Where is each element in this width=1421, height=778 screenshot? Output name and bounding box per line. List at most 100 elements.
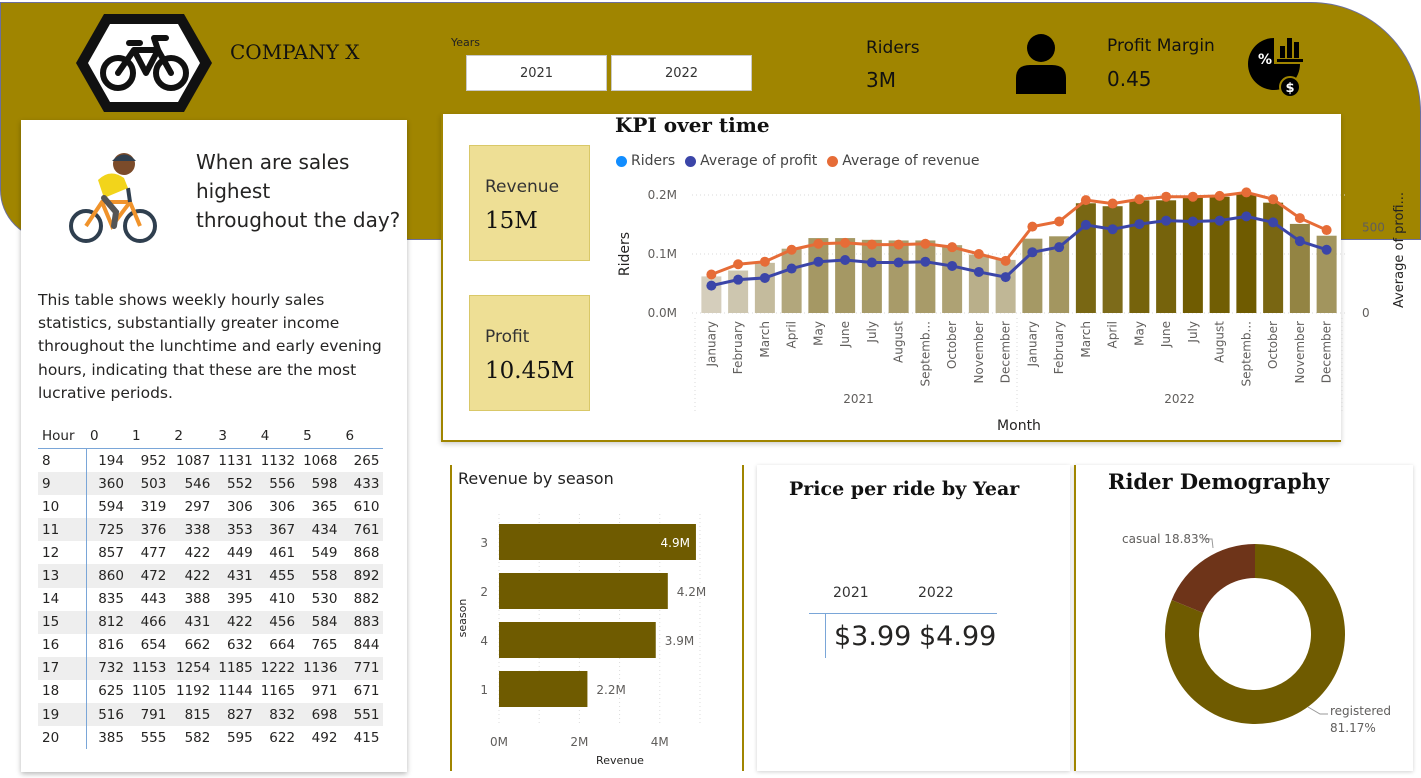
avg-revenue-line	[710, 190, 1328, 276]
revenue-axis-title: Revenue	[596, 754, 644, 767]
legend-riders-label[interactable]: Riders	[631, 153, 675, 169]
sales-cell: 765	[311, 637, 338, 654]
sales-cell: 844	[353, 637, 380, 654]
revenue-tick-label: 0M	[490, 735, 508, 749]
sales-cell: 431	[170, 610, 215, 634]
avg-revenue-point	[759, 256, 770, 267]
sales-cell: 461	[269, 544, 296, 561]
sales-cell: 1131	[218, 452, 253, 469]
avg-revenue-point	[893, 239, 904, 250]
avg-revenue-point	[733, 259, 744, 270]
sales-cell: 610	[353, 498, 380, 515]
sales-cell: 449	[226, 544, 253, 561]
month-tick-label: July	[865, 321, 879, 344]
sales-cell: 503	[128, 472, 171, 496]
avg-revenue-point	[973, 249, 984, 259]
hour-cell: 10	[38, 495, 87, 519]
casual-slice	[1171, 544, 1255, 613]
season-axis-title: season	[456, 599, 469, 638]
price-chart-title: Price per ride by Year	[789, 478, 1020, 500]
profit-margin-value: 0.45	[1107, 67, 1152, 91]
legend-profit-label[interactable]: Average of profit	[700, 153, 817, 169]
hour-cell: 15	[38, 610, 87, 634]
sales-cell: 832	[256, 703, 300, 727]
sales-cell: 319	[140, 498, 167, 515]
month-tick-label: Septemb...	[1239, 321, 1253, 386]
sales-cell: 388	[184, 591, 211, 608]
sales-cell: 771	[341, 656, 384, 680]
sales-cell: 1165	[260, 683, 296, 700]
profit-tile: Profit 10.45M	[469, 295, 590, 411]
profit-tile-label: Profit	[485, 327, 530, 347]
avg-revenue-point	[866, 239, 877, 250]
sales-cell: 530	[311, 591, 338, 608]
riders-bar	[1129, 200, 1150, 313]
sales-cell: 492	[311, 729, 338, 746]
avg-profit-point	[1054, 242, 1065, 253]
avg-profit-point	[1294, 236, 1305, 247]
sales-cell: 582	[184, 729, 211, 746]
table-row: 18 625 1105 1192 1144 1165 971 671	[38, 679, 383, 704]
table-row: 13 860 472 422 431 455 558 892	[38, 564, 384, 588]
sales-cell: 791	[128, 703, 171, 727]
sales-cell: 868	[353, 544, 380, 561]
riders-bar	[1075, 203, 1096, 313]
sales-cell: 882	[353, 591, 380, 608]
avg-revenue-point	[920, 238, 931, 249]
table-header-row: Hour 0 1 2 3 4 5 6	[38, 424, 384, 449]
revenue-tile: Revenue 15M	[469, 145, 590, 261]
sales-cell: 549	[311, 544, 338, 561]
sales-cell: 422	[170, 564, 215, 588]
sales-cell: 671	[353, 683, 380, 700]
sales-cell: 860	[86, 564, 128, 588]
sales-cell: 883	[341, 610, 384, 634]
year-label-2022: 2022	[1164, 392, 1195, 406]
year-label-2021: 2021	[843, 392, 874, 406]
month-tick-label: December	[1320, 321, 1334, 383]
hour-cell: 8	[38, 448, 87, 473]
sales-cell: 433	[341, 472, 384, 496]
sales-cell: 698	[299, 703, 342, 727]
section-description: This table shows weekly hourly sales sta…	[38, 291, 382, 402]
year-2022-button[interactable]: 2022	[611, 55, 752, 91]
left-tick-label: 0.1M	[648, 247, 677, 261]
cyclist-icon	[69, 153, 157, 243]
question-line-2: highest	[196, 179, 271, 203]
table-header-cell: 6	[345, 428, 355, 444]
section-question: When are sales highest throughout the da…	[196, 148, 400, 235]
avg-profit-point	[1268, 217, 1279, 228]
legend-revenue-label[interactable]: Average of revenue	[842, 153, 979, 169]
left-tick-label: 0.2M	[648, 188, 677, 202]
riders-bar	[888, 240, 909, 313]
month-tick-label: June	[838, 321, 852, 348]
avg-profit-point	[1000, 272, 1011, 283]
svg-text:%: %	[1258, 52, 1272, 68]
profit-chart-icon: % $	[1248, 38, 1303, 98]
table-header-cell: 2	[174, 428, 183, 444]
right-axis-title: Average of profi...	[1392, 192, 1407, 308]
avg-profit-line	[711, 214, 1328, 288]
season-data-label: 4.2M	[677, 585, 706, 599]
sales-cell: 555	[140, 729, 167, 746]
avg-profit-point	[733, 274, 744, 285]
table-header-cell: 3	[218, 428, 227, 444]
avg-profit-point	[1027, 247, 1038, 258]
avg-profit-point	[920, 256, 931, 267]
riders-bar	[835, 238, 856, 313]
month-tick-label: January	[704, 321, 718, 368]
sales-cell: 422	[214, 610, 257, 634]
riders-bar	[915, 240, 936, 313]
avg-profit-point	[1080, 219, 1091, 230]
sales-cell: 360	[86, 472, 128, 496]
season-tick-label: 3	[480, 536, 488, 550]
sales-cell: 434	[299, 518, 342, 542]
sales-cell: 338	[170, 518, 215, 542]
sales-cell: 516	[86, 703, 128, 727]
year-2021-button[interactable]: 2021	[466, 55, 607, 91]
table-row: 17 732 1153 1254 1185 1222 1136 771	[38, 656, 384, 680]
sales-cell: 664	[269, 637, 296, 654]
rider-demography-donut: casual 18.83% registered 81.17%	[1122, 532, 1391, 735]
month-tick-label: April	[1106, 321, 1120, 348]
month-tick-label: June	[1159, 321, 1173, 348]
sales-cell: 725	[86, 518, 128, 542]
